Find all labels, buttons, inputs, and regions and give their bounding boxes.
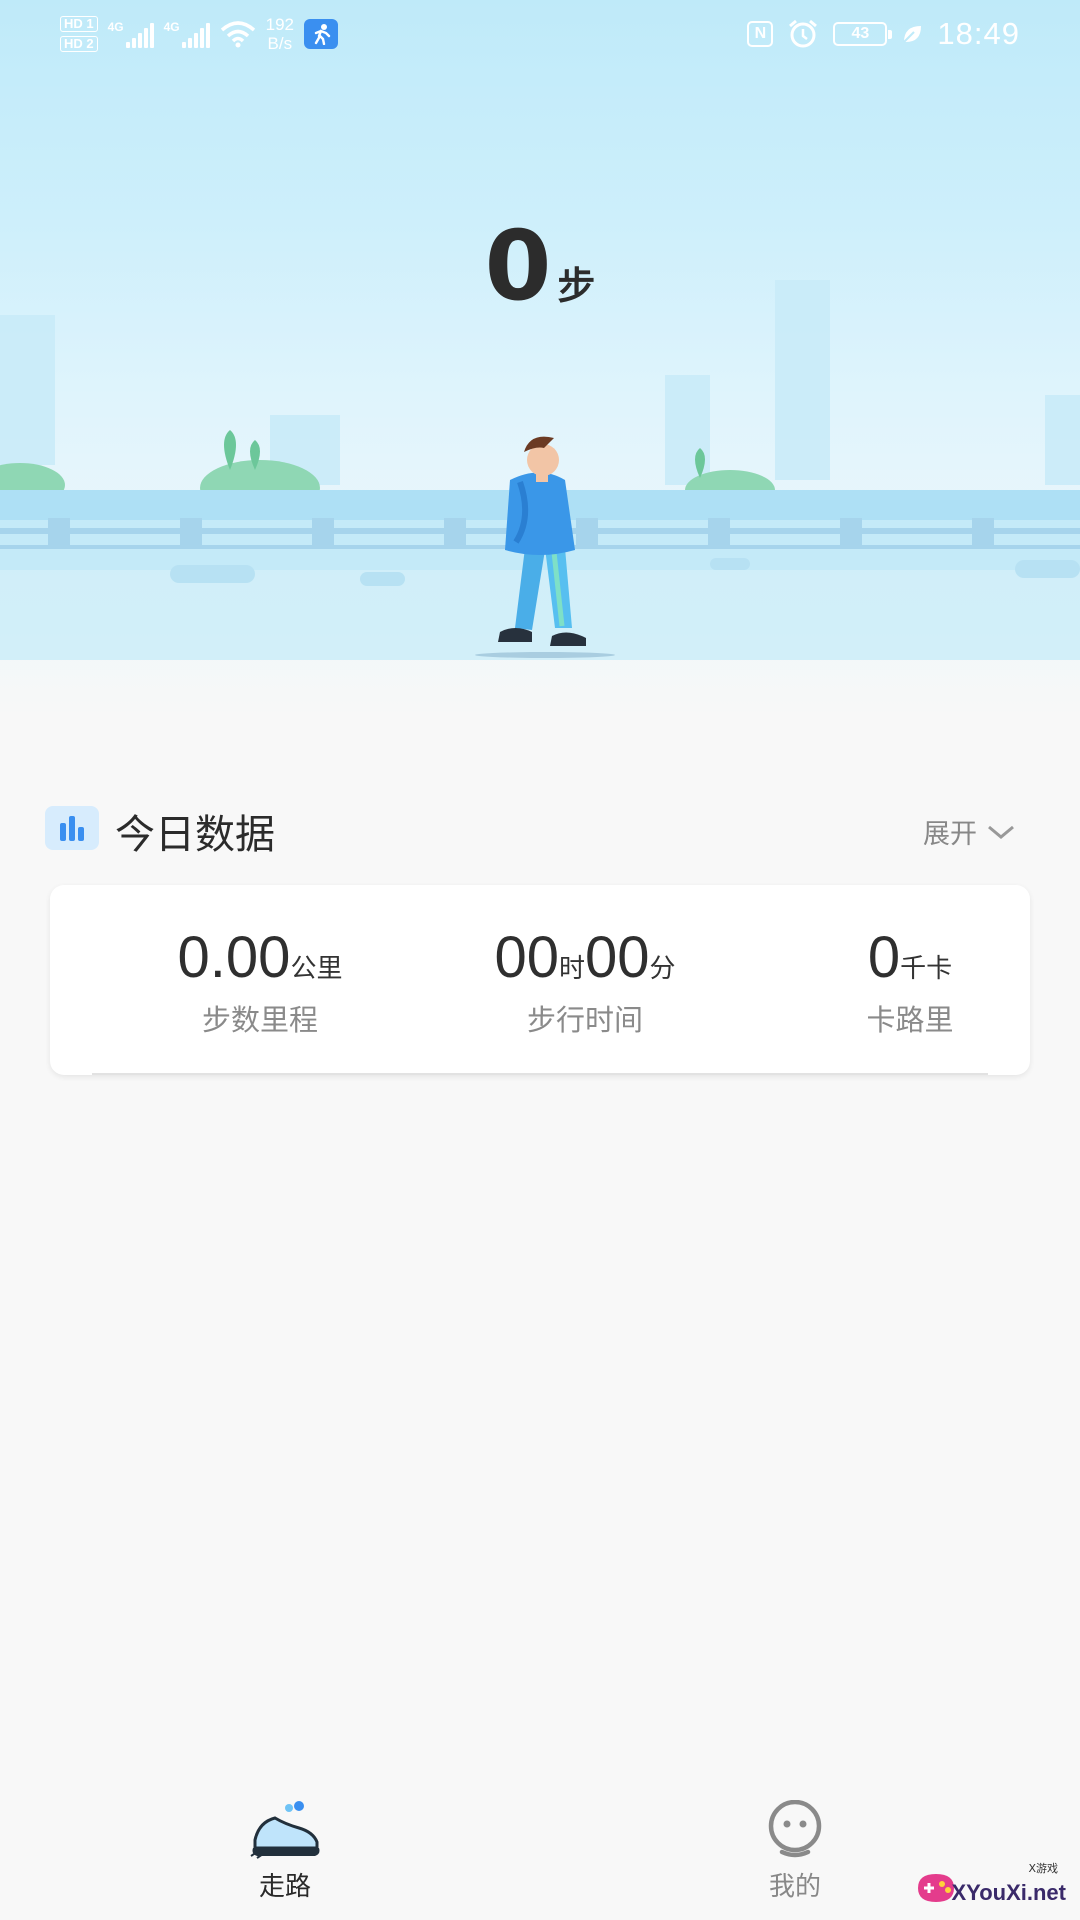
leaf-icon [903,26,922,43]
bar-chart-icon [45,806,99,850]
tab-mine-label: 我的 [768,1872,821,1902]
status-bar: HD 1 HD 2 4G 4G 192 B/s N 43 18:49 [0,0,1080,68]
step-count-unit: 步 [557,264,596,308]
bottom-tab-bar: 走路 我的 X游戏 XYouXi.net [0,1799,1080,1920]
distance-stat: 0.00公里 步数里程 [110,925,410,1039]
hero-banner: HD 1 HD 2 4G 4G 192 B/s N 43 18:49 0 步 [0,0,1080,720]
alarm-icon [789,19,818,48]
status-bar-left: HD 1 HD 2 4G 4G 192 B/s [60,12,338,56]
watermark-text: XYouXi.net [951,1880,1067,1905]
calories-stat: 0千卡 卡路里 [840,925,980,1039]
distance-label: 步数里程 [201,1003,318,1037]
calories-label: 卡路里 [866,1003,954,1037]
sim2-badge: HD 2 [60,36,98,52]
distance-unit: 公里 [290,954,343,984]
signal-icon: 4G [164,20,210,48]
today-stats-card: 0.00公里 步数里程 00时00分 步行时间 0千卡 卡路里 [50,885,1030,1075]
step-counter: 0步 [0,210,1080,322]
status-bar-right: N 43 18:49 [747,14,1020,54]
today-data-title: 今日数据 [115,812,275,858]
tab-walk-label: 走路 [258,1872,311,1902]
sim-badges: HD 1 HD 2 [60,16,98,52]
today-data-header: 今日数据 展开 [45,800,1035,860]
walk-time-stat: 00时00分 步行时间 [445,925,725,1039]
tab-mine[interactable]: 我的 [735,1799,855,1903]
expand-label: 展开 [923,819,977,850]
wifi-icon [220,21,255,48]
tab-walk[interactable]: 走路 [225,1800,345,1903]
chevron-down-icon [988,825,1014,839]
battery-icon: 43 [833,22,893,46]
walking-scene-illustration [0,280,1080,660]
calories-value: 0 [867,925,901,990]
walk-minutes-unit: 分 [649,954,676,984]
clock-time: 18:49 [937,16,1020,51]
walk-time-label: 步行时间 [526,1003,643,1037]
walk-hours-unit: 时 [558,954,585,984]
walk-hours-value: 00 [494,925,559,990]
distance-value: 0.00 [177,925,291,990]
walk-minutes-value: 00 [585,925,650,990]
sim1-badge: HD 1 [60,16,98,32]
signal-icon: 4G [108,20,154,48]
calories-unit: 千卡 [900,954,953,984]
sneaker-icon [250,1801,320,1859]
network-speed: 192 B/s [265,15,294,53]
step-count-value: 0 [484,210,552,322]
nfc-icon: N [747,21,774,47]
expand-button[interactable]: 展开 [923,812,1015,851]
watermark-small-text: X游戏 [1028,1862,1058,1875]
profile-face-icon [768,1799,822,1858]
running-app-icon [304,19,338,49]
watermark-logo: X游戏 XYouXi.net [912,1860,1072,1914]
